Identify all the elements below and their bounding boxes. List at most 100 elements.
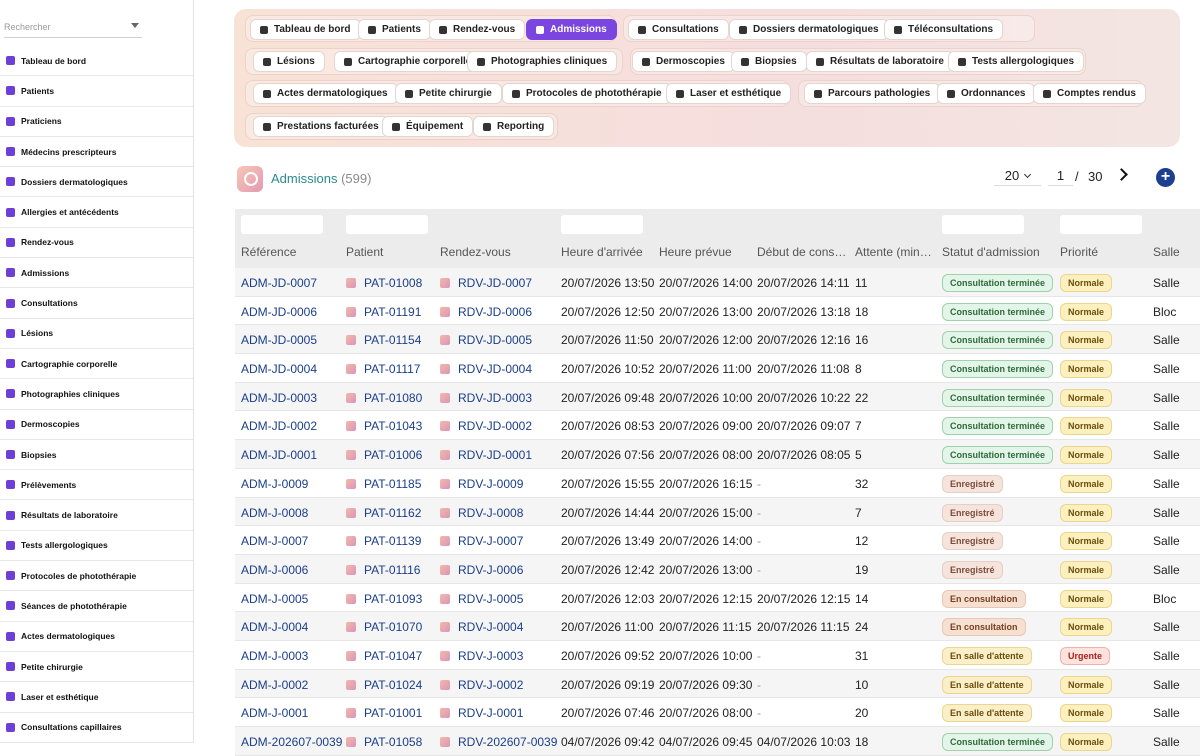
appointment-link[interactable]: RDV-JD-0003 — [458, 391, 532, 405]
reference-link[interactable]: ADM-JD-0002 — [241, 419, 317, 433]
appointment-link[interactable]: RDV-J-0004 — [458, 620, 523, 634]
patient-link[interactable]: PAT-01058 — [364, 735, 422, 749]
reference-link[interactable]: ADM-JD-0001 — [241, 448, 317, 462]
patient-link[interactable]: PAT-01080 — [364, 391, 422, 405]
nav-actes-dermatologiques[interactable]: Actes dermatologiques — [253, 83, 398, 104]
table-row[interactable]: ADM-JD-0006 PAT-01191 RDV-JD-0006 20/07/202… — [235, 297, 1200, 326]
column-header[interactable]: Référence — [241, 245, 296, 259]
search-box[interactable]: Rechercher — [4, 18, 142, 38]
appointment-link[interactable]: RDV-J-0007 — [458, 534, 523, 548]
patient-cell[interactable]: PAT-01070 — [346, 620, 422, 634]
sidebar-item[interactable]: Laser et esthétique — [0, 682, 193, 713]
sidebar-item[interactable]: Praticiens — [0, 107, 193, 137]
column-filter-input[interactable] — [942, 215, 1024, 234]
nav-dermoscopies[interactable]: Dermoscopies — [632, 51, 735, 72]
appointment-link[interactable]: RDV-JD-0005 — [458, 333, 532, 347]
appointment-link[interactable]: RDV-JD-0001 — [458, 448, 532, 462]
table-row[interactable]: ADM-J-0004 PAT-01070 RDV-J-0004 20/07/2026 … — [235, 612, 1200, 641]
patient-link[interactable]: PAT-01047 — [364, 649, 422, 663]
nav-parcours-pathologies[interactable]: Parcours pathologies — [804, 83, 941, 104]
appointment-cell[interactable]: RDV-J-0009 — [440, 477, 523, 491]
reference-link[interactable]: ADM-JD-0005 — [241, 333, 317, 347]
reference-link[interactable]: ADM-J-0004 — [241, 620, 308, 634]
appointment-link[interactable]: RDV-J-0002 — [458, 678, 523, 692]
patient-cell[interactable]: PAT-01185 — [346, 477, 421, 491]
appointment-cell[interactable]: RDV-JD-0003 — [440, 391, 532, 405]
page-number-input[interactable]: 1 — [1048, 166, 1073, 186]
page-size-select[interactable]: 20 — [994, 166, 1041, 186]
column-filter-input[interactable] — [346, 215, 428, 234]
sidebar-item[interactable]: Cartographie corporelle — [0, 349, 193, 380]
patient-cell[interactable]: PAT-01024 — [346, 678, 422, 692]
patient-link[interactable]: PAT-01185 — [364, 477, 421, 491]
column-header[interactable]: Salle — [1153, 245, 1180, 259]
appointment-cell[interactable]: RDV-JD-0006 — [440, 305, 532, 319]
nav-biopsies[interactable]: Biopsies — [731, 51, 807, 72]
sidebar-item[interactable]: Dossiers dermatologiques — [0, 167, 193, 198]
nav-cartographie-corporelle[interactable]: Cartographie corporelle — [334, 51, 482, 72]
patient-link[interactable]: PAT-01162 — [364, 506, 421, 520]
nav-rendez-vous[interactable]: Rendez-vous — [429, 19, 526, 40]
table-row[interactable]: ADM-J-0006 PAT-01116 RDV-J-0006 20/07/2026 … — [235, 554, 1200, 584]
patient-cell[interactable]: PAT-01008 — [346, 276, 422, 290]
patient-cell[interactable]: PAT-01006 — [346, 448, 422, 462]
patient-cell[interactable]: PAT-01093 — [346, 592, 422, 606]
appointment-cell[interactable]: RDV-J-0003 — [440, 649, 523, 663]
table-row[interactable]: ADM-202607-0039 PAT-01058 RDV-202607-0039 0… — [235, 727, 1200, 756]
nav-dossiers-dermatologiques[interactable]: Dossiers dermatologiques — [729, 19, 889, 40]
patient-link[interactable]: PAT-01139 — [364, 534, 421, 548]
patient-link[interactable]: PAT-01008 — [364, 276, 422, 290]
nav-tests-allergologiques[interactable]: Tests allergologiques — [948, 51, 1085, 72]
table-row[interactable]: ADM-J-0002 PAT-01024 RDV-J-0002 20/07/2026 … — [235, 669, 1200, 699]
table-row[interactable]: ADM-JD-0001 PAT-01006 RDV-JD-0001 20/07/202… — [235, 440, 1200, 469]
reference-link[interactable]: ADM-J-0006 — [241, 563, 308, 577]
sidebar-item[interactable]: Lésions — [0, 319, 193, 349]
reference-link[interactable]: ADM-J-0007 — [241, 534, 308, 548]
table-row[interactable]: ADM-J-0005 PAT-01093 RDV-J-0005 20/07/2026 … — [235, 584, 1200, 613]
column-header[interactable]: Heure d'arrivée — [561, 245, 643, 259]
column-header[interactable]: Heure prévue — [659, 245, 732, 259]
sidebar-item[interactable]: Prélèvements — [0, 470, 193, 501]
add-button[interactable]: + — [1156, 168, 1175, 187]
table-row[interactable]: ADM-J-0007 PAT-01139 RDV-J-0007 20/07/2026 … — [235, 526, 1200, 555]
sidebar-item[interactable]: Actes dermatologiques — [0, 622, 193, 652]
nav-equipement[interactable]: Équipement — [382, 116, 474, 137]
appointment-link[interactable]: RDV-JD-0006 — [458, 305, 532, 319]
appointment-cell[interactable]: RDV-J-0001 — [440, 706, 523, 720]
nav-laser-et-esthetique[interactable]: Laser et esthétique — [666, 83, 792, 104]
appointment-cell[interactable]: RDV-202607-0039 — [440, 735, 557, 749]
nav-photographies-cliniques[interactable]: Photographies cliniques — [467, 51, 618, 72]
column-header[interactable]: Statut d'admission — [942, 245, 1040, 259]
table-row[interactable]: ADM-J-0003 PAT-01047 RDV-J-0003 20/07/2026 … — [235, 641, 1200, 670]
sidebar-item[interactable]: Petite chirurgie — [0, 652, 193, 683]
nav-admissions[interactable]: Admissions — [526, 19, 617, 40]
appointment-cell[interactable]: RDV-J-0004 — [440, 620, 523, 634]
nav-petite-chirurgie[interactable]: Petite chirurgie — [395, 83, 502, 104]
column-filter-input[interactable] — [1060, 215, 1142, 234]
patient-cell[interactable]: PAT-01116 — [346, 563, 420, 577]
reference-link[interactable]: ADM-JD-0006 — [241, 305, 317, 319]
appointment-link[interactable]: RDV-JD-0004 — [458, 362, 532, 376]
nav-consultations[interactable]: Consultations — [628, 19, 729, 40]
patient-link[interactable]: PAT-01154 — [364, 333, 421, 347]
sidebar-item[interactable]: Tests allergologiques — [0, 531, 193, 562]
nav-prestations-facturees[interactable]: Prestations facturées — [253, 116, 389, 137]
appointment-cell[interactable]: RDV-JD-0005 — [440, 333, 532, 347]
patient-cell[interactable]: PAT-01047 — [346, 649, 422, 663]
sidebar-item[interactable]: Résultats de laboratoire — [0, 500, 193, 531]
patient-link[interactable]: PAT-01024 — [364, 678, 422, 692]
sidebar-item[interactable]: Photographies cliniques — [0, 379, 193, 410]
nav-resultats-de-laboratoire[interactable]: Résultats de laboratoire — [806, 51, 954, 72]
sidebar-item[interactable]: Allergies et antécédents — [0, 197, 193, 228]
appointment-cell[interactable]: RDV-JD-0007 — [440, 276, 532, 290]
table-row[interactable]: ADM-JD-0002 PAT-01043 RDV-JD-0002 20/07/202… — [235, 411, 1200, 441]
appointment-cell[interactable]: RDV-J-0007 — [440, 534, 523, 548]
appointment-link[interactable]: RDV-J-0006 — [458, 563, 523, 577]
column-header[interactable]: Patient — [346, 245, 383, 259]
reference-link[interactable]: ADM-JD-0003 — [241, 391, 317, 405]
appointment-cell[interactable]: RDV-JD-0002 — [440, 419, 532, 433]
table-row[interactable]: ADM-JD-0007 PAT-01008 RDV-JD-0007 20/07/202… — [235, 268, 1200, 297]
patient-link[interactable]: PAT-01093 — [364, 592, 422, 606]
nav-teleconsultations[interactable]: Téléconsultations — [884, 19, 1004, 40]
appointment-cell[interactable]: RDV-J-0005 — [440, 592, 523, 606]
